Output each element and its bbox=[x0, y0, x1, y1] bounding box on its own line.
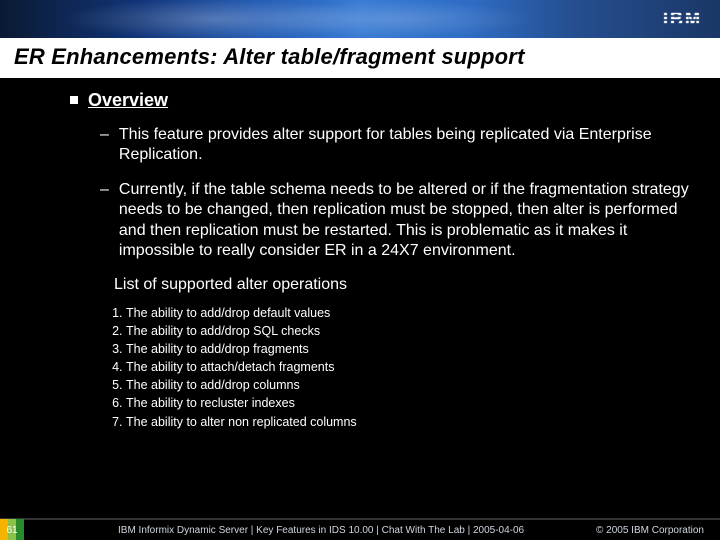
footer-mid-text: IBM Informix Dynamic Server | Key Featur… bbox=[24, 525, 596, 536]
overview-heading-row: Overview bbox=[70, 90, 692, 111]
overview-point-1: – This feature provides alter support fo… bbox=[100, 125, 692, 166]
overview-heading: Overview bbox=[88, 90, 168, 111]
list-item: The ability to add/drop default values bbox=[126, 304, 692, 322]
list-item: The ability to add/drop SQL checks bbox=[126, 322, 692, 340]
footer-copyright: © 2005 IBM Corporation bbox=[596, 525, 720, 536]
list-item: The ability to alter non replicated colu… bbox=[126, 413, 692, 431]
list-item: The ability to attach/detach fragments bbox=[126, 358, 692, 376]
header-banner: IBM bbox=[0, 0, 720, 38]
page-number: 61 bbox=[0, 519, 24, 540]
page-title: ER Enhancements: Alter table/fragment su… bbox=[0, 38, 720, 78]
list-item: The ability to add/drop columns bbox=[126, 376, 692, 394]
ibm-logo: IBM bbox=[663, 9, 702, 30]
overview-point-1-text: This feature provides alter support for … bbox=[119, 125, 692, 166]
dash-icon: – bbox=[100, 180, 109, 262]
supported-ops-list: The ability to add/drop default values T… bbox=[104, 304, 692, 431]
list-item: The ability to add/drop fragments bbox=[126, 340, 692, 358]
footer: 61 IBM Informix Dynamic Server | Key Fea… bbox=[0, 518, 720, 540]
square-bullet-icon bbox=[70, 96, 78, 104]
overview-point-2: – Currently, if the table schema needs t… bbox=[100, 180, 692, 262]
overview-point-2-text: Currently, if the table schema needs to … bbox=[119, 180, 692, 262]
list-item: The ability to recluster indexes bbox=[126, 394, 692, 412]
dash-icon: – bbox=[100, 125, 109, 166]
slide: IBM ER Enhancements: Alter table/fragmen… bbox=[0, 0, 720, 540]
content-area: Overview – This feature provides alter s… bbox=[0, 90, 720, 431]
supported-ops-heading: List of supported alter operations bbox=[114, 276, 692, 294]
